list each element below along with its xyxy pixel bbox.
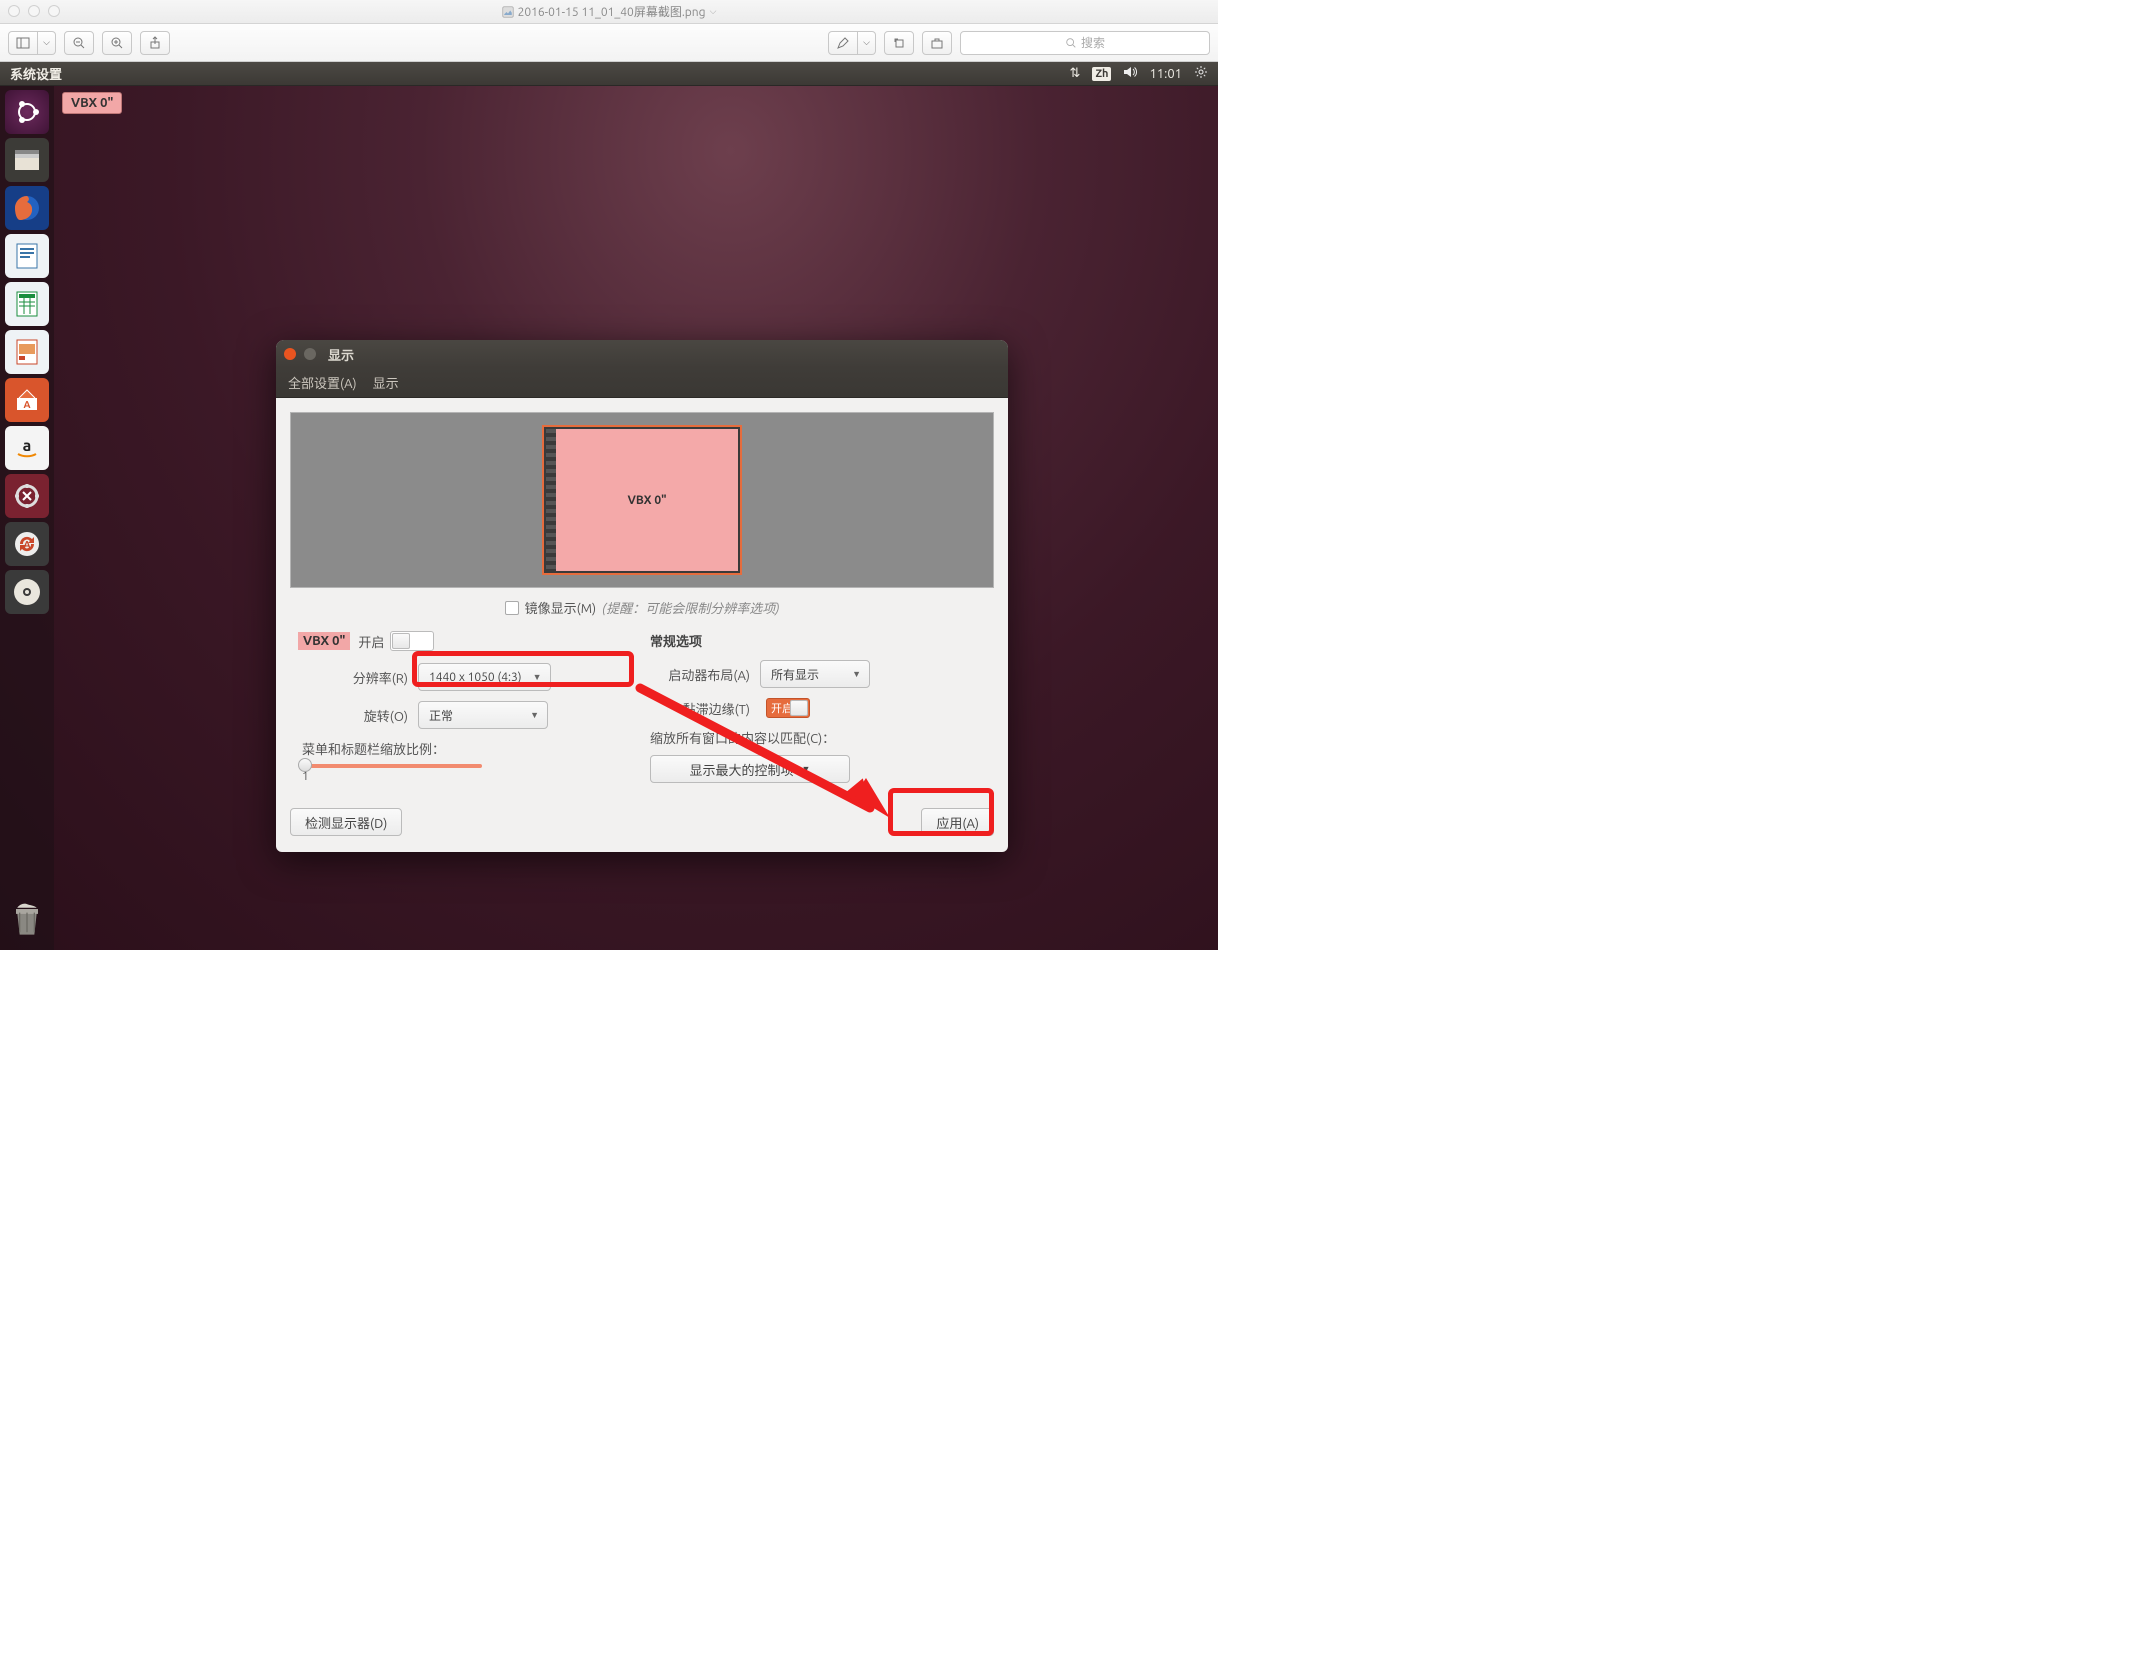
- firefox-icon[interactable]: [5, 186, 49, 230]
- svg-text:A: A: [23, 539, 30, 550]
- launcher: A a A: [0, 86, 54, 950]
- svg-text:A: A: [23, 399, 30, 410]
- launcher-placement-value: 所有显示: [771, 666, 819, 683]
- rotation-value: 正常: [429, 707, 453, 724]
- mirror-label: 镜像显示(M): [525, 598, 597, 617]
- writer-icon[interactable]: [5, 234, 49, 278]
- monitor-preview-label: VBX 0": [627, 494, 666, 507]
- monitor-preview[interactable]: VBX 0": [542, 425, 742, 575]
- clock[interactable]: 11:01: [1149, 67, 1182, 81]
- mac-zoom-button[interactable]: [48, 5, 60, 17]
- general-section-header: 常规选项: [650, 631, 986, 650]
- mac-window-title: 2016-01-15 11_01_40屏幕截图.png: [518, 3, 706, 20]
- dialog-title: 显示: [328, 345, 354, 364]
- toolbox-button[interactable]: [922, 31, 952, 55]
- updater-icon[interactable]: A: [5, 522, 49, 566]
- files-icon[interactable]: [5, 138, 49, 182]
- volume-icon[interactable]: [1123, 65, 1137, 82]
- resolution-label: 分辨率(R): [298, 668, 418, 687]
- amazon-icon[interactable]: a: [5, 426, 49, 470]
- ubuntu-menubar: 系统设置 ⇅ Zh 11:01: [0, 62, 1218, 86]
- mac-close-button[interactable]: [8, 5, 20, 17]
- scale-slider[interactable]: [302, 764, 482, 768]
- trash-icon[interactable]: [5, 898, 49, 942]
- display-task-button[interactable]: VBX 0": [62, 92, 122, 114]
- mac-toolbar: ⌵ ⌵ 搜索: [0, 24, 1218, 62]
- dropdown-icon: ⌵: [710, 6, 717, 17]
- scale-label: 菜单和标题栏缩放比例：: [302, 739, 634, 758]
- mac-titlebar: 2016-01-15 11_01_40屏幕截图.png ⌵: [0, 0, 1218, 24]
- image-file-icon: [502, 6, 514, 18]
- zoom-in-button[interactable]: [102, 31, 132, 55]
- scale-value: 1: [302, 770, 634, 783]
- launcher-placement-label: 启动器布局(A): [650, 665, 760, 684]
- mac-minimize-button[interactable]: [28, 5, 40, 17]
- ime-indicator[interactable]: Zh: [1092, 67, 1111, 81]
- display-preview[interactable]: VBX 0": [290, 412, 994, 588]
- ubuntu-desktop: 系统设置 ⇅ Zh 11:01 A a A VBX 0" 显示: [0, 62, 1218, 950]
- calc-icon[interactable]: [5, 282, 49, 326]
- svg-text:a: a: [23, 437, 32, 455]
- apply-button-label: 应用(A): [936, 813, 979, 832]
- scale-mode-button[interactable]: 显示最大的控制项▼: [650, 755, 850, 783]
- settings-icon[interactable]: [5, 474, 49, 518]
- sticky-edges-switch[interactable]: 开启: [766, 698, 810, 718]
- markup-menu-button[interactable]: ⌵: [858, 31, 876, 55]
- rotation-select[interactable]: 正常: [418, 701, 548, 729]
- sticky-edges-label: 黏滞边缘(T): [650, 699, 760, 718]
- scale-mode-button-label: 显示最大的控制项: [690, 760, 794, 779]
- display-settings-dialog: 显示 全部设置(A) 显示 VBX 0" 镜像显示(M) (提醒：可能会限制分辨…: [276, 340, 1008, 852]
- rotation-label: 旋转(O): [298, 706, 418, 725]
- breadcrumb-current: 显示: [373, 373, 399, 392]
- gear-icon[interactable]: [1194, 65, 1208, 82]
- dialog-breadcrumb: 全部设置(A) 显示: [276, 368, 1008, 398]
- window-close-button[interactable]: [284, 348, 296, 360]
- display-name-badge: VBX 0": [298, 632, 350, 650]
- window-minimize-button[interactable]: [304, 348, 316, 360]
- mirror-hint: (提醒：可能会限制分辨率选项): [602, 598, 779, 617]
- software-center-icon[interactable]: A: [5, 378, 49, 422]
- share-button[interactable]: [140, 31, 170, 55]
- app-menu-title[interactable]: 系统设置: [10, 64, 62, 83]
- rotate-button[interactable]: [884, 31, 914, 55]
- display-enable-switch[interactable]: [390, 631, 434, 651]
- dialog-titlebar[interactable]: 显示: [276, 340, 1008, 368]
- detect-displays-button[interactable]: 检测显示器(D): [290, 808, 402, 836]
- resolution-value: 1440 x 1050 (4:3): [429, 671, 522, 684]
- display-switch-label: 开启: [358, 632, 384, 651]
- search-input[interactable]: 搜索: [960, 31, 1210, 55]
- network-icon[interactable]: ⇅: [1070, 66, 1081, 81]
- search-placeholder: 搜索: [1081, 34, 1105, 51]
- sidebar-toggle-button[interactable]: [8, 31, 38, 55]
- zoom-out-button[interactable]: [64, 31, 94, 55]
- launcher-preview-icon: [546, 429, 556, 571]
- sidebar-menu-button[interactable]: ⌵: [38, 31, 56, 55]
- detect-displays-label: 检测显示器(D): [305, 813, 387, 832]
- disc-icon[interactable]: [5, 570, 49, 614]
- impress-icon[interactable]: [5, 330, 49, 374]
- apply-button[interactable]: 应用(A): [921, 808, 994, 836]
- resolution-select[interactable]: 1440 x 1050 (4:3): [418, 663, 551, 691]
- breadcrumb-all-settings[interactable]: 全部设置(A): [288, 373, 357, 392]
- launcher-placement-select[interactable]: 所有显示: [760, 660, 870, 688]
- markup-button[interactable]: [828, 31, 858, 55]
- mirror-checkbox[interactable]: [505, 601, 519, 615]
- dash-icon[interactable]: [5, 90, 49, 134]
- scale-all-label: 缩放所有窗口的内容以匹配(C)：: [650, 728, 986, 747]
